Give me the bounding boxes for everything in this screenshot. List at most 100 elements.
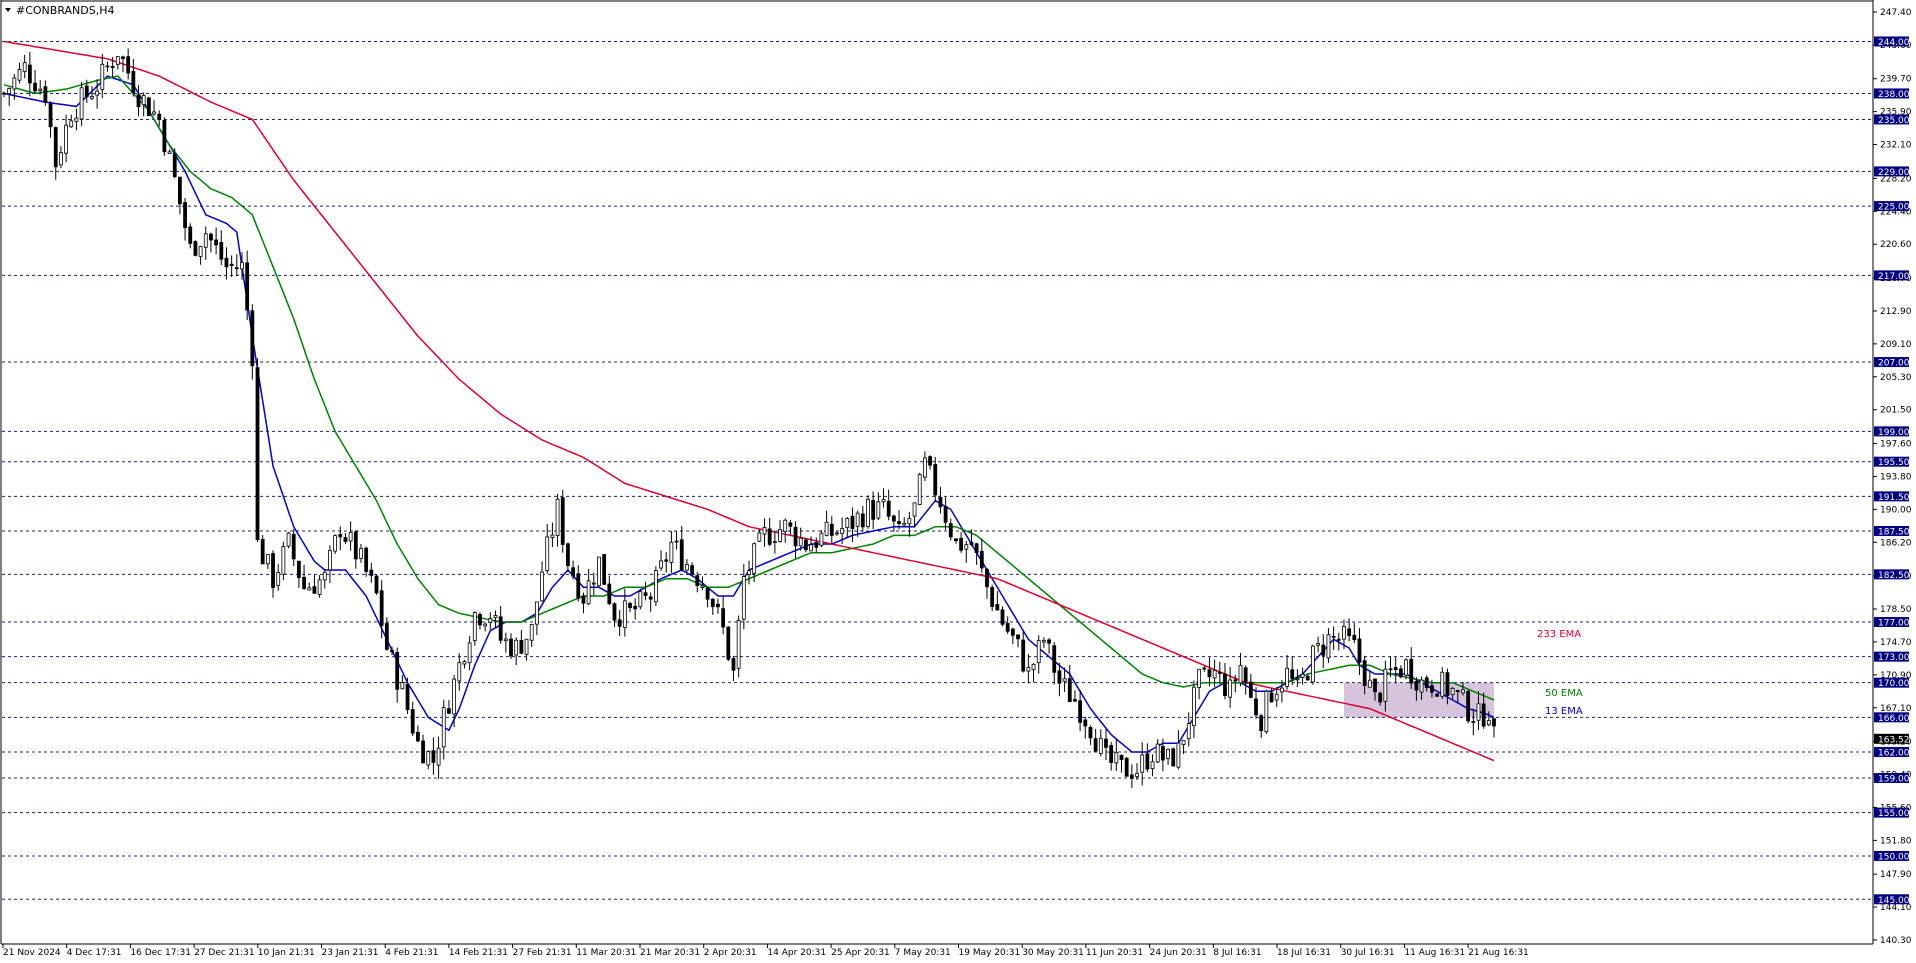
candle-body [1264,690,1269,733]
level-tag-label: 235.00 [1878,116,1910,126]
candle-body [105,65,110,68]
level-tag-label: 166.00 [1878,714,1910,724]
candle-body [302,576,306,589]
candle-body [353,531,358,560]
candle-body [1243,667,1248,684]
price-chart[interactable]: 247.40243.60239.70235.90232.10228.20224.… [0,0,1916,963]
candle-body [452,678,457,715]
candle-body [1290,669,1295,679]
candle-body [48,103,53,128]
candle-body [12,77,17,90]
candle-body [1233,679,1238,682]
candle-body [110,66,115,68]
candle-body [1171,748,1176,767]
candle-body [1357,638,1362,663]
candle-body [1016,634,1020,640]
candle-body [286,532,291,547]
candle-body [390,649,394,653]
candle-body [214,239,219,246]
candle-body [1326,634,1331,659]
x-tick-label: 7 May 20:31 [895,948,951,958]
candle-body [1047,639,1051,644]
x-tick-label: 10 Jan 21:31 [258,948,315,958]
candle-body [690,565,694,575]
candle-body [240,262,244,270]
candle-body [146,97,151,117]
candle-body [597,556,601,587]
candle-body [1471,721,1476,723]
candle-body [447,708,451,714]
candle-body [1109,745,1114,763]
y-tick-label: 239.70 [1880,75,1912,85]
candle-body [136,94,141,108]
candle-body [648,596,653,600]
candle-body [203,233,208,248]
candle-body [1450,687,1455,696]
candle-body [586,580,591,605]
candle-body [731,658,736,671]
y-tick-label: 201.50 [1880,406,1912,416]
x-tick-label: 14 Feb 21:31 [449,948,508,958]
candle-body [928,456,932,466]
candle-body [1036,640,1041,664]
candle-body [421,740,425,764]
candle-body [364,547,369,572]
x-tick-label: 8 Jul 16:31 [1213,948,1261,958]
candle-body [415,731,420,742]
candle-body [1005,623,1010,632]
x-tick-label: 30 Jul 16:31 [1341,948,1395,958]
y-tick-label: 151.80 [1880,836,1912,846]
candle-body [907,517,912,525]
y-tick-label: 147.90 [1880,870,1912,880]
candle-body [1279,687,1284,693]
candle-body [1445,672,1450,696]
candle-body [545,536,550,571]
candle-body [602,554,607,585]
candle-body [643,592,648,596]
level-tag-label: 207.00 [1878,359,1910,369]
candle-body [503,638,508,642]
candle-body [90,96,94,99]
candle-body [1259,715,1264,732]
candle-body [307,587,312,591]
level-tag-label: 217.00 [1878,272,1910,282]
candle-body [529,624,534,641]
candle-body [152,111,156,115]
candle-body [498,616,503,641]
candle-body [260,539,265,565]
candle-body [829,523,834,536]
candle-body [426,751,431,766]
candle-body [974,543,979,554]
candle-body [271,553,275,588]
candle-body [762,527,767,535]
candle-body [571,567,575,577]
candle-body [209,233,213,241]
candle-body [1269,692,1274,703]
candle-body [1155,743,1160,763]
level-tag-label: 225.00 [1878,203,1910,213]
candle-body [27,64,32,84]
candle-body [1300,673,1305,678]
y-tick-label: 167.10 [1880,704,1912,714]
candle-body [1093,738,1098,752]
candle-body [933,464,938,496]
candle-body [343,537,348,542]
candle-body [1388,668,1393,671]
candle-body [1223,673,1227,697]
candle-body [79,87,84,120]
candle-body [1207,669,1212,677]
x-tick-label: 11 Aug 16:31 [1404,948,1465,958]
candle-body [462,661,467,665]
candle-body [726,626,731,660]
candle-body [229,263,234,266]
candle-body [881,499,886,503]
x-tick-label: 2 Apr 20:31 [704,948,757,958]
candle-body [1119,754,1124,761]
candle-body [912,502,917,517]
candle-body [1476,703,1481,721]
level-tag-label: 195.50 [1878,458,1910,468]
level-tag-label: 229.00 [1878,168,1910,178]
candle-body [871,499,876,520]
candle-body [1393,667,1398,671]
candle-body [1010,628,1015,636]
